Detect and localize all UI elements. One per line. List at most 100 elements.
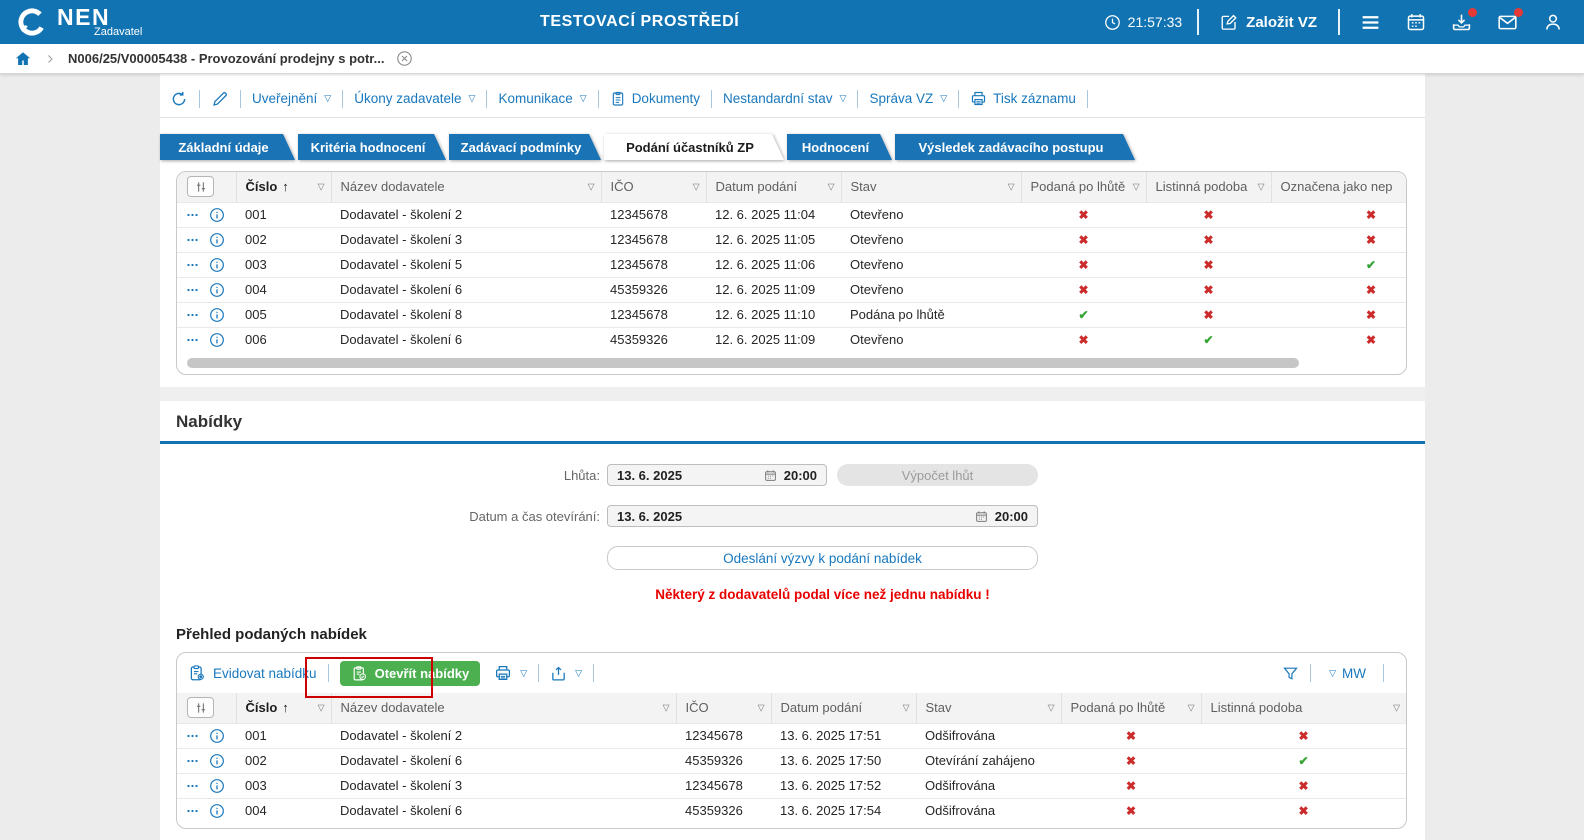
column-header[interactable]: IČO ▽ [675,693,771,723]
inbox-icon[interactable] [1451,7,1477,33]
column-header[interactable]: Datum podání ▽ [770,693,916,723]
info-icon[interactable] [209,232,225,248]
column-header[interactable]: Podaná po lhůtě ▽ [1020,172,1146,202]
refresh-icon[interactable] [170,90,188,108]
filter-dropdown-icon[interactable]: ▽ [318,181,325,192]
send-call-button[interactable]: Odeslání výzvy k podání nabídek [607,546,1038,570]
filter-dropdown-icon[interactable]: ▽ [1133,181,1140,192]
menu-dokumenty[interactable]: Dokumenty [610,91,700,107]
mail-icon[interactable] [1497,7,1523,33]
column-header[interactable]: Podaná po lhůtě ▽ [1060,693,1201,723]
tab-1[interactable]: Základní údaje [160,134,295,160]
row-menu-icon[interactable] [184,780,201,792]
menu-icon[interactable] [1360,12,1381,33]
user-icon[interactable] [1543,12,1563,32]
pencil-icon[interactable] [211,90,229,108]
tab-4[interactable]: Podání účastníků ZP [604,134,784,160]
calendar-icon[interactable] [764,469,777,482]
export-button[interactable]: ▽ [550,665,582,682]
opening-input[interactable]: 13. 6. 2025 20:00 [607,505,1038,527]
filter-dropdown-icon[interactable]: ▽ [1393,702,1400,713]
filter-dropdown-icon[interactable]: ▽ [828,181,835,192]
mw-view-button[interactable]: ▽ MW [1322,665,1372,682]
column-header[interactable]: Datum podání ▽ [705,172,841,202]
column-header[interactable]: Název dodavatele ▽ [330,693,676,723]
table-row[interactable]: 002 Dodavatel - školení 6 45359326 13. 6. 2… [177,747,1406,773]
column-header[interactable]: Stav ▽ [840,172,1021,202]
row-menu-icon[interactable] [184,284,201,296]
filter-dropdown-icon[interactable]: ▽ [663,702,670,713]
column-header[interactable]: Stav ▽ [915,693,1061,723]
filter-dropdown-icon[interactable]: ▽ [1188,702,1195,713]
tab-2[interactable]: Kritéria hodnocení [298,134,446,160]
filter-dropdown-icon[interactable]: ▽ [693,181,700,192]
row-menu-icon[interactable] [184,755,201,767]
info-icon[interactable] [209,753,225,769]
table-row[interactable]: 003 Dodavatel - školení 3 12345678 13. 6. 2… [177,772,1406,798]
home-icon[interactable] [14,50,32,68]
info-icon[interactable] [209,778,225,794]
info-icon[interactable] [209,803,225,819]
close-icon[interactable] [396,50,413,67]
filter-icon[interactable] [1282,665,1299,682]
calc-deadlines-button[interactable]: Výpočet lhůt [837,464,1038,486]
column-header[interactable]: Číslo ↑ ▽ [235,693,331,723]
row-menu-icon[interactable] [184,309,201,321]
table-settings[interactable] [177,693,236,723]
filter-dropdown-icon[interactable]: ▽ [588,181,595,192]
horizontal-scrollbar[interactable] [187,358,1300,368]
open-offers-button[interactable]: Otevřít nabídky [339,660,481,686]
nen-logo[interactable]: NEN Zadavatel [16,6,142,38]
filter-dropdown-icon[interactable]: ▽ [318,702,325,713]
info-icon[interactable] [209,728,225,744]
row-menu-icon[interactable] [184,209,201,221]
row-menu-icon[interactable] [184,234,201,246]
column-header[interactable]: IČO ▽ [600,172,706,202]
table-row[interactable]: 001 Dodavatel - školení 2 12345678 13. 6. 2… [177,722,1406,748]
column-header[interactable]: Listinná podoba ▽ [1200,693,1406,723]
table-row[interactable]: 003 Dodavatel - školení 5 12345678 12. 6. 2… [177,251,1406,277]
calendar-icon[interactable] [975,510,988,523]
menu-uverejneni[interactable]: Uveřejnění ▽ [252,91,331,106]
table-row[interactable]: 006 Dodavatel - školení 6 45359326 12. 6. 2… [177,326,1406,352]
filter-dropdown-icon[interactable]: ▽ [758,702,765,713]
row-menu-icon[interactable] [184,805,201,817]
table-row[interactable]: 004 Dodavatel - školení 6 45359326 12. 6. 2… [177,276,1406,302]
row-menu-icon[interactable] [184,259,201,271]
table-settings[interactable] [177,172,236,202]
table-row[interactable]: 004 Dodavatel - školení 6 45359326 13. 6. 2… [177,797,1406,823]
print-record-button[interactable]: Tisk záznamu [970,90,1076,107]
table-settings-icon[interactable] [187,697,214,719]
filter-dropdown-icon[interactable]: ▽ [1258,181,1265,192]
row-menu-icon[interactable] [184,730,201,742]
info-icon[interactable] [209,207,225,223]
menu-ukony-zadavatele[interactable]: Úkony zadavatele ▽ [354,91,475,106]
info-icon[interactable] [209,307,225,323]
filter-dropdown-icon[interactable]: ▽ [1048,702,1055,713]
table-settings-icon[interactable] [187,176,214,198]
deadline-input[interactable]: 13. 6. 2025 20:00 [607,464,827,486]
tab-5[interactable]: Hodnocení [787,134,892,160]
info-icon[interactable] [209,332,225,348]
calendar-icon[interactable] [1406,12,1426,32]
breadcrumb-item[interactable]: N006/25/V00005438 - Provozování prodejny… [68,51,384,66]
menu-sprava-vz[interactable]: Správa VZ ▽ [869,91,947,106]
info-icon[interactable] [209,257,225,273]
table-row[interactable]: 005 Dodavatel - školení 8 12345678 12. 6. 2… [177,301,1406,327]
filter-dropdown-icon[interactable]: ▽ [903,702,910,713]
print-table-button[interactable]: ▽ [494,664,527,682]
menu-komunikace[interactable]: Komunikace ▽ [498,91,586,106]
register-offer-button[interactable]: Evidovat nabídku [188,664,317,682]
column-header[interactable]: Název dodavatele ▽ [330,172,601,202]
row-menu-icon[interactable] [184,334,201,346]
column-header[interactable]: Číslo ↑ ▽ [235,172,331,202]
column-header[interactable]: Označena jako nep▽ [1270,172,1406,202]
column-header[interactable]: Listinná podoba ▽ [1145,172,1271,202]
info-icon[interactable] [209,282,225,298]
tab-6[interactable]: Výsledek zadávacího postupu [895,134,1135,160]
create-vz-button[interactable]: Založit VZ [1214,12,1323,32]
tab-3[interactable]: Zadávací podmínky [449,134,601,160]
table-row[interactable]: 001 Dodavatel - školení 2 12345678 12. 6. 2… [177,201,1406,227]
menu-nestandardni-stav[interactable]: Nestandardní stav ▽ [723,91,846,106]
table-row[interactable]: 002 Dodavatel - školení 3 12345678 12. 6. 2… [177,226,1406,252]
